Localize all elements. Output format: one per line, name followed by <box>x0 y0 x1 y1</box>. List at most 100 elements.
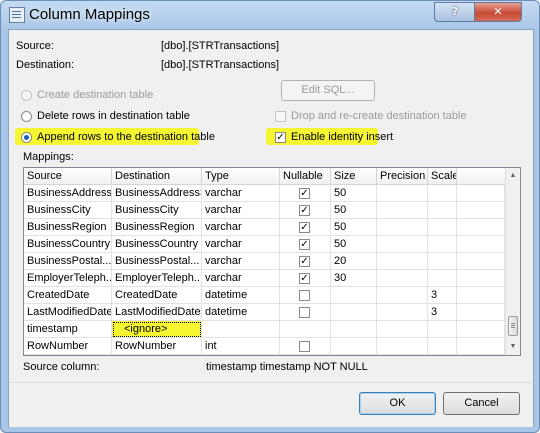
close-button[interactable]: ✕ <box>474 2 522 22</box>
grid-vertical-scrollbar[interactable]: ▲ ▼ <box>505 168 520 355</box>
scale-cell <box>428 270 457 287</box>
table-row[interactable]: LastModifiedDate LastModifiedDate datetime… <box>24 304 505 321</box>
size-cell <box>331 304 377 321</box>
empty-cell <box>457 185 505 202</box>
nullable-cell[interactable]: ✓ <box>280 236 331 253</box>
nullable-cell[interactable]: ✓ <box>280 253 331 270</box>
column-header-nullable[interactable]: Nullable <box>280 168 331 184</box>
mappings-grid[interactable]: Source Destination Type Nullable Size Pr… <box>23 167 521 356</box>
nullable-checkbox[interactable]: ✓ <box>299 273 310 284</box>
delete-rows-label: Delete rows in destination table <box>37 110 190 122</box>
nullable-checkbox[interactable]: ✓ <box>299 256 310 267</box>
source-column-label: Source column: <box>23 361 100 373</box>
scale-cell: 3 <box>428 287 457 304</box>
column-header-scale[interactable]: Scale <box>428 168 457 184</box>
title-bar[interactable]: Column Mappings ? ✕ <box>1 1 539 29</box>
scroll-down-arrow-icon[interactable]: ▼ <box>506 339 520 355</box>
table-row[interactable]: RowNumber RowNumber int <box>24 338 505 355</box>
table-row[interactable]: BusinessAddress3 BusinessAddress3 varchar ✓… <box>24 185 505 202</box>
enable-identity-checkbox[interactable]: ✓ <box>275 132 286 143</box>
size-cell <box>331 321 377 338</box>
nullable-cell[interactable] <box>280 287 331 304</box>
table-row[interactable]: EmployerTeleph... EmployerTeleph... varcha… <box>24 270 505 287</box>
scale-cell <box>428 321 457 338</box>
precision-cell <box>377 236 428 253</box>
type-cell: int <box>202 338 280 355</box>
ok-button[interactable]: OK <box>359 392 436 415</box>
append-rows-radio[interactable] <box>21 132 32 143</box>
destination-ignore-cell[interactable]: <ignore> <box>112 321 202 338</box>
nullable-checkbox[interactable] <box>299 307 310 318</box>
empty-cell <box>457 236 505 253</box>
destination-cell[interactable]: BusinessRegion <box>112 219 202 236</box>
mappings-label: Mappings: <box>23 151 74 163</box>
nullable-checkbox[interactable]: ✓ <box>299 239 310 250</box>
source-cell: EmployerTeleph... <box>24 270 112 287</box>
precision-cell <box>377 321 428 338</box>
nullable-checkbox[interactable]: ✓ <box>299 222 310 233</box>
nullable-cell[interactable] <box>280 338 331 355</box>
cancel-button[interactable]: Cancel <box>443 392 520 415</box>
table-row[interactable]: BusinessCountry BusinessCountry varchar ✓ 50 <box>24 236 505 253</box>
destination-cell[interactable]: RowNumber <box>112 338 202 355</box>
table-row[interactable]: BusinessPostal... BusinessPostal... varcha… <box>24 253 505 270</box>
precision-cell <box>377 270 428 287</box>
destination-cell[interactable]: LastModifiedDate <box>112 304 202 321</box>
window-title: Column Mappings <box>29 6 150 23</box>
type-cell <box>202 321 280 338</box>
dialog-content: Source: [dbo].[STRTransactions] Destinat… <box>8 29 534 427</box>
precision-cell <box>377 338 428 355</box>
destination-cell[interactable]: BusinessCountry <box>112 236 202 253</box>
precision-cell <box>377 253 428 270</box>
create-table-label: Create destination table <box>37 89 154 101</box>
nullable-checkbox[interactable]: ✓ <box>299 188 310 199</box>
destination-cell[interactable]: CreatedDate <box>112 287 202 304</box>
column-header-precision[interactable]: Precision <box>377 168 428 184</box>
empty-cell <box>457 338 505 355</box>
scroll-up-arrow-icon[interactable]: ▲ <box>506 168 520 184</box>
nullable-checkbox[interactable] <box>299 341 310 352</box>
destination-cell[interactable]: BusinessAddress3 <box>112 185 202 202</box>
drop-recreate-checkbox[interactable] <box>275 111 286 122</box>
nullable-checkbox[interactable]: ✓ <box>299 205 310 216</box>
edit-sql-button[interactable]: Edit SQL... <box>281 80 375 101</box>
column-header-size[interactable]: Size <box>331 168 377 184</box>
column-header-type[interactable]: Type <box>202 168 280 184</box>
nullable-cell[interactable]: ✓ <box>280 185 331 202</box>
source-label: Source: <box>16 40 54 52</box>
delete-rows-radio[interactable] <box>21 111 32 122</box>
table-row[interactable]: BusinessRegion BusinessRegion varchar ✓ 50 <box>24 219 505 236</box>
scale-cell <box>428 338 457 355</box>
dialog-window: Column Mappings ? ✕ Source: [dbo].[STRTr… <box>0 0 540 433</box>
size-cell: 50 <box>331 185 377 202</box>
nullable-checkbox[interactable] <box>299 290 310 301</box>
source-cell: RowNumber <box>24 338 112 355</box>
append-rows-label: Append rows to the destination table <box>37 131 215 143</box>
nullable-cell[interactable]: ✓ <box>280 202 331 219</box>
empty-cell <box>457 287 505 304</box>
table-row[interactable]: CreatedDate CreatedDate datetime 3 <box>24 287 505 304</box>
source-column-value: timestamp timestamp NOT NULL <box>206 361 368 373</box>
nullable-cell[interactable]: ✓ <box>280 219 331 236</box>
type-cell: varchar <box>202 219 280 236</box>
destination-cell[interactable]: BusinessPostal... <box>112 253 202 270</box>
destination-cell[interactable]: EmployerTeleph... <box>112 270 202 287</box>
size-cell: 50 <box>331 236 377 253</box>
empty-cell <box>457 304 505 321</box>
column-header-destination[interactable]: Destination <box>112 168 202 184</box>
nullable-cell[interactable] <box>280 321 331 338</box>
table-row[interactable]: timestamp <ignore> <box>24 321 505 338</box>
nullable-cell[interactable] <box>280 304 331 321</box>
precision-cell <box>377 202 428 219</box>
help-button[interactable]: ? <box>434 2 476 22</box>
source-cell: BusinessPostal... <box>24 253 112 270</box>
create-table-radio[interactable] <box>21 90 32 101</box>
nullable-cell[interactable]: ✓ <box>280 270 331 287</box>
destination-cell[interactable]: BusinessCity <box>112 202 202 219</box>
table-row[interactable]: BusinessCity BusinessCity varchar ✓ 50 <box>24 202 505 219</box>
column-header-source[interactable]: Source <box>24 168 112 184</box>
scroll-thumb[interactable] <box>508 316 518 336</box>
precision-cell <box>377 304 428 321</box>
type-cell: varchar <box>202 185 280 202</box>
type-cell: datetime <box>202 304 280 321</box>
